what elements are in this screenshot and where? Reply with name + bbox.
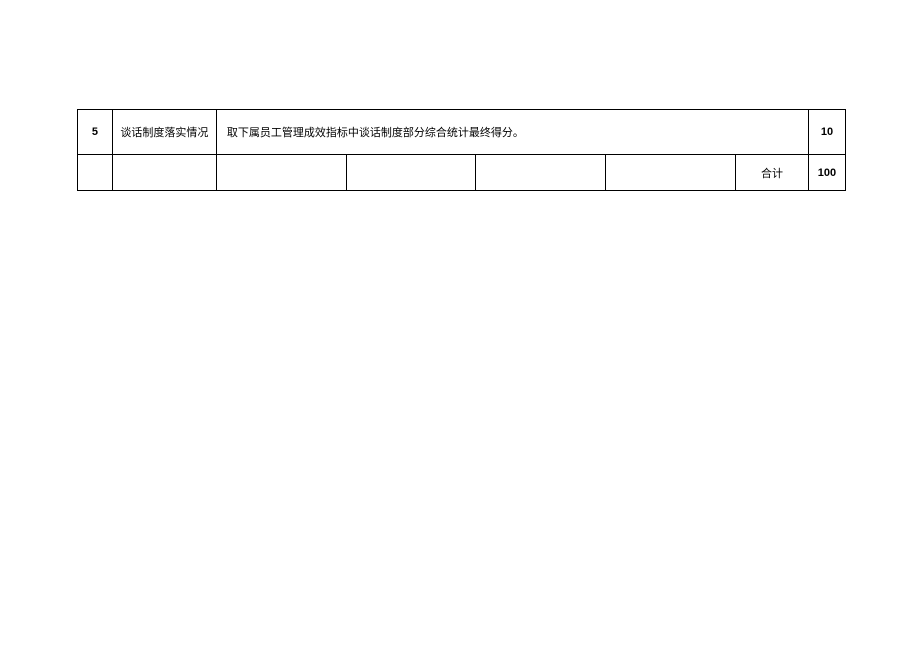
- empty-cell: [112, 155, 216, 191]
- empty-cell: [346, 155, 476, 191]
- row-description: 取下属员工管理成效指标中谈话制度部分综合统计最终得分。: [216, 110, 808, 155]
- score-table: 5 谈话制度落实情况 取下属员工管理成效指标中谈话制度部分综合统计最终得分。 1…: [77, 109, 846, 191]
- empty-cell: [476, 155, 606, 191]
- row-title: 谈话制度落实情况: [112, 110, 216, 155]
- empty-cell: [78, 155, 113, 191]
- table-row-total: 合计 100: [78, 155, 846, 191]
- row-number: 5: [78, 110, 113, 155]
- total-value: 100: [808, 155, 845, 191]
- table-row: 5 谈话制度落实情况 取下属员工管理成效指标中谈话制度部分综合统计最终得分。 1…: [78, 110, 846, 155]
- row-score: 10: [808, 110, 845, 155]
- empty-cell: [216, 155, 346, 191]
- empty-cell: [606, 155, 736, 191]
- total-label: 合计: [736, 155, 809, 191]
